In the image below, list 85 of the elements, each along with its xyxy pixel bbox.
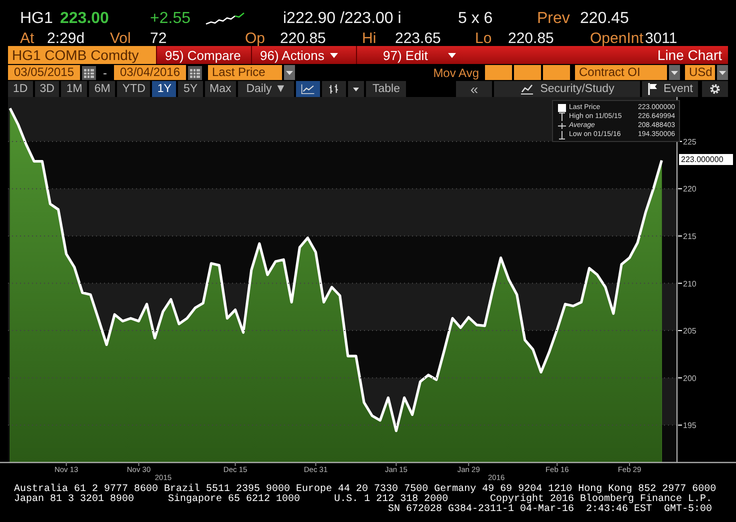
settings-button[interactable] [702,81,728,97]
period-tab[interactable]: Max [204,81,236,97]
period-tab[interactable]: 1D [8,81,33,97]
stat-value: 2:29d [47,30,85,47]
chart-type-button[interactable] [322,81,346,97]
period-tab[interactable]: 1M [61,81,88,97]
y-axis-label: 220 [678,184,696,194]
stat-value: 223.65 [395,30,441,47]
stat-value: 220.85 [280,30,326,47]
mov-avg-field[interactable] [543,65,570,80]
start-date-field[interactable]: 03/05/2015 [8,65,80,80]
stat-label: At [20,30,34,47]
currency-dropdown[interactable]: USd [685,65,715,80]
trade-size: 5 x 6 [458,10,493,28]
y-tick-label: 210 [683,279,697,288]
last-price: 223.00 [60,10,109,28]
prev-value: 220.45 [580,10,629,28]
stat-value: 220.85 [508,30,554,47]
average-marker-icon [557,120,567,130]
calendar-icon[interactable] [188,66,202,80]
last-marker-icon [557,102,567,112]
office-number: U.S. 1 212 318 2000 [334,495,448,505]
caret-button[interactable] [348,81,364,97]
y-tick-label: 200 [683,374,697,383]
caret-icon [353,86,360,92]
stat-label: Op [245,30,266,47]
event-button[interactable]: Event [642,81,698,97]
date-separator: - [102,66,108,80]
price-field-dropdown[interactable]: Last Price [208,65,282,80]
chart-type-button[interactable] [296,81,320,97]
stat-label: Vol [110,30,131,47]
contact-numbers: Australia 61 2 9777 8600 Brazil 5511 2395 9000 Europe 44 20 7330 7500 Germany 49 69 9204 1210 Hong Kong 852 2977 6000 [14,485,718,495]
price-change: +2.55 [150,10,190,28]
stat-value: 72 [150,30,167,47]
y-tick-label: 225 [683,137,697,146]
bid-ask: i222.90 /223.00 i [283,10,402,28]
y-axis-label: 200 [678,374,696,383]
stat-value: 3011 [645,30,678,47]
settings-icon [709,83,721,95]
collapse-button[interactable]: « [456,81,492,97]
security-study-button[interactable]: Security/Study [494,81,640,97]
mov-avg-label: Mov Avg [433,66,480,80]
y-axis-label: 215 [678,232,696,241]
y-axis-label: 195 [678,421,696,430]
contract-dropdown[interactable]: Contract OI [575,65,667,80]
office-number: Singapore 65 6212 1000 [168,495,300,505]
mov-avg-field[interactable] [514,65,541,80]
y-axis-label: 205 [678,326,696,336]
mov-avg-field[interactable] [485,65,512,80]
copyright-text: Copyright 2016 Bloomberg Finance L.P. [490,495,712,505]
high-marker-icon [557,112,567,122]
caret-icon [448,52,456,58]
stat-label: Hi [362,30,376,47]
y-tick-label: 205 [683,326,697,336]
stat-label: Lo [475,30,492,47]
chart-icon [520,83,534,95]
stat-label: OpenInt [590,30,644,47]
prev-label: Prev [537,10,570,28]
low-marker-icon [557,130,567,140]
caret-icon [330,52,338,58]
flag-icon [648,83,658,95]
y-tick-label: 220 [683,184,697,194]
ticker: HG1 [20,10,53,28]
action-button[interactable]: 97) Edit [356,46,460,64]
period-tab[interactable]: 6M [89,81,116,97]
table-button[interactable]: Table [366,81,406,97]
line-chart-icon [301,82,316,96]
period-tab[interactable]: YTD [117,81,150,97]
action-button[interactable]: 96) Actions [251,46,356,64]
action-button[interactable]: 95) Compare [156,46,251,64]
period-tab[interactable]: 5Y [178,81,203,97]
period-tab[interactable]: 1Y [152,81,176,97]
y-tick-label: 215 [683,232,697,242]
y-tick-label: 195 [683,421,697,430]
security-field[interactable]: HG1 COMB Comdty [8,46,156,64]
session-info: SN 672028 G384-2311-1 04-Mar-16 2:43:46 EST GMT-5:00 [386,505,713,515]
period-tab[interactable]: 3D [34,81,60,97]
calendar-icon[interactable] [82,66,96,80]
end-date-field[interactable]: 03/04/2016 [114,65,186,80]
frequency-dropdown[interactable]: Daily ▼ [238,81,294,97]
sparkline-icon [205,12,245,26]
y-axis-label: 210 [678,279,696,288]
view-title: Line Chart [657,46,723,64]
last-price-tag: 223.000000 [679,154,733,166]
office-number: Japan 81 3 3201 8900 [14,495,134,505]
